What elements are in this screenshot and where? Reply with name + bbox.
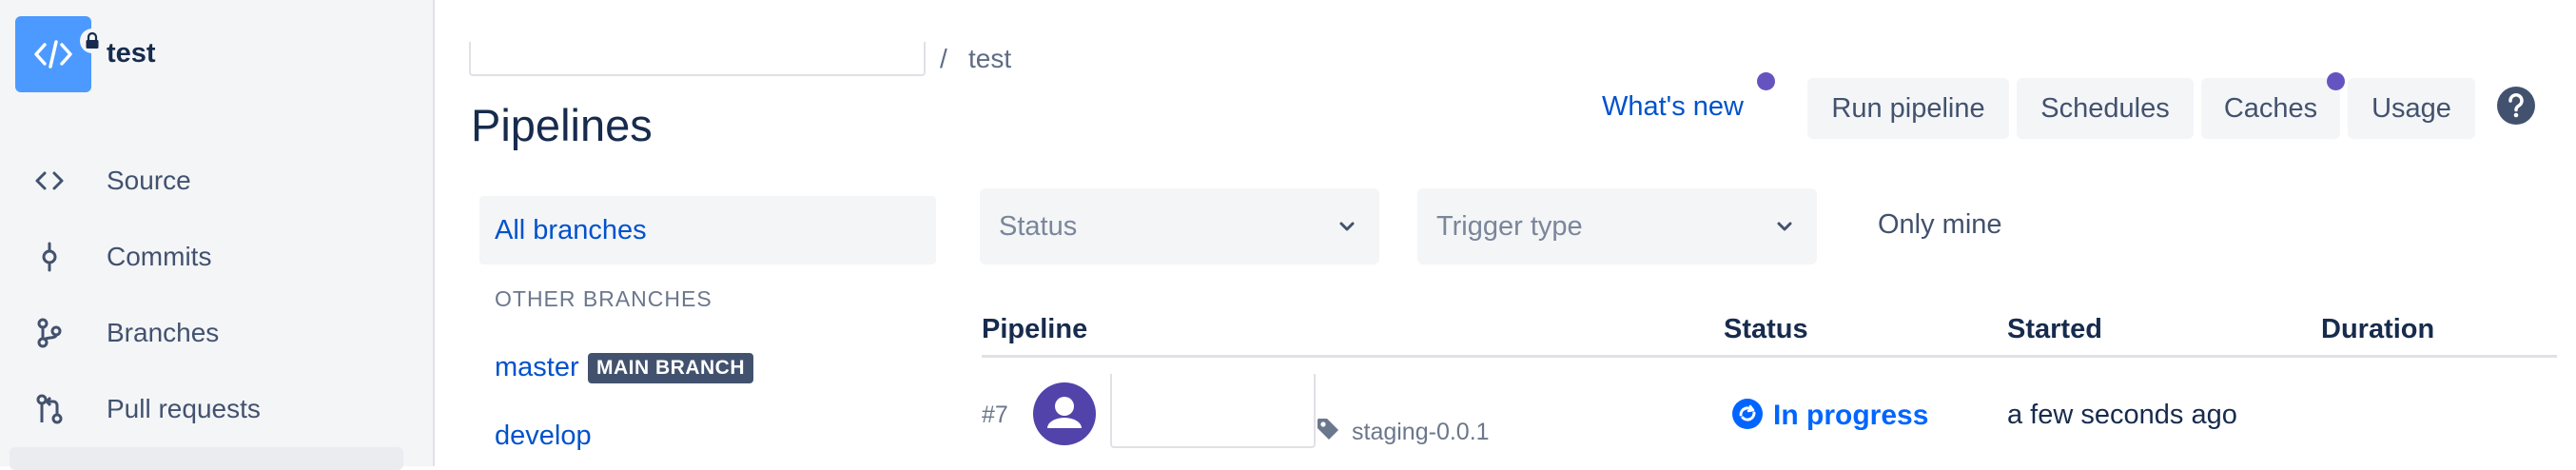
notification-dot — [2327, 72, 2345, 90]
other-branches-heading: OTHER BRANCHES — [495, 286, 712, 311]
sidebar-item-label: Branches — [107, 318, 220, 347]
sidebar: test Source Commits Branches Pull reques… — [0, 0, 435, 470]
started-time: a few seconds ago — [2007, 400, 2237, 430]
commit-icon — [42, 242, 57, 272]
status-text: In progress — [1773, 400, 1929, 431]
help-icon[interactable] — [2496, 86, 2536, 126]
lock-icon — [86, 32, 99, 49]
branch-link-develop[interactable]: develop — [495, 421, 592, 452]
user-avatar — [1033, 382, 1096, 445]
column-header-duration: Duration — [2321, 314, 2435, 344]
chevron-down-icon — [1777, 222, 1792, 231]
sidebar-item-pull-requests[interactable]: Pull requests — [0, 381, 433, 438]
run-pipeline-button[interactable]: Run pipeline — [1807, 78, 2009, 139]
column-header-started: Started — [2007, 314, 2102, 344]
lock-badge — [80, 29, 105, 53]
only-mine-toggle[interactable]: Only mine — [1878, 209, 2002, 241]
sidebar-item-label: Source — [107, 166, 191, 195]
sidebar-item-source[interactable]: Source — [0, 152, 433, 209]
in-progress-icon — [1732, 399, 1763, 429]
status-filter-select[interactable]: Status — [980, 188, 1379, 264]
chevron-down-icon — [1339, 222, 1355, 231]
breadcrumb-separator: / — [940, 44, 947, 73]
tag-icon — [1317, 419, 1338, 440]
column-header-pipeline: Pipeline — [982, 314, 1088, 344]
pull-request-icon — [36, 394, 63, 424]
sidebar-item-pipelines[interactable] — [10, 447, 403, 470]
repo-avatar[interactable] — [15, 16, 105, 92]
branch-link-master[interactable]: master — [495, 352, 579, 383]
status-filter-placeholder: Status — [999, 211, 1078, 242]
page-title: Pipelines — [471, 100, 653, 150]
sidebar-item-branches[interactable]: Branches — [0, 304, 433, 362]
code-icon — [34, 40, 72, 69]
caches-button[interactable]: Caches — [2201, 78, 2340, 139]
main-branch-badge: MAIN BRANCH — [588, 353, 753, 383]
sidebar-item-label: Pull requests — [107, 394, 261, 423]
repo-name[interactable]: test — [107, 38, 156, 69]
usage-button[interactable]: Usage — [2348, 78, 2475, 139]
trigger-type-filter-select[interactable]: Trigger type — [1417, 188, 1817, 264]
table-header-divider — [982, 355, 2557, 358]
sidebar-item-label: Commits — [107, 242, 212, 271]
commit-info[interactable] — [1110, 374, 1316, 448]
breadcrumb-project[interactable] — [469, 42, 926, 76]
trigger-type-filter-placeholder: Trigger type — [1436, 211, 1583, 242]
all-branches-item[interactable]: All branches — [479, 196, 936, 264]
notification-dot — [1757, 72, 1775, 90]
schedules-button[interactable]: Schedules — [2017, 78, 2194, 139]
whats-new-link[interactable]: What's new — [1602, 91, 1744, 123]
branch-icon — [37, 318, 62, 348]
tag-label: staging-0.0.1 — [1352, 419, 1490, 445]
sidebar-item-commits[interactable]: Commits — [0, 228, 433, 285]
pipeline-number[interactable]: #7 — [982, 401, 1008, 429]
breadcrumb-repo[interactable]: test — [968, 44, 1011, 74]
column-header-status: Status — [1724, 314, 1808, 344]
code-icon — [35, 171, 64, 190]
all-branches-label: All branches — [495, 215, 647, 245]
